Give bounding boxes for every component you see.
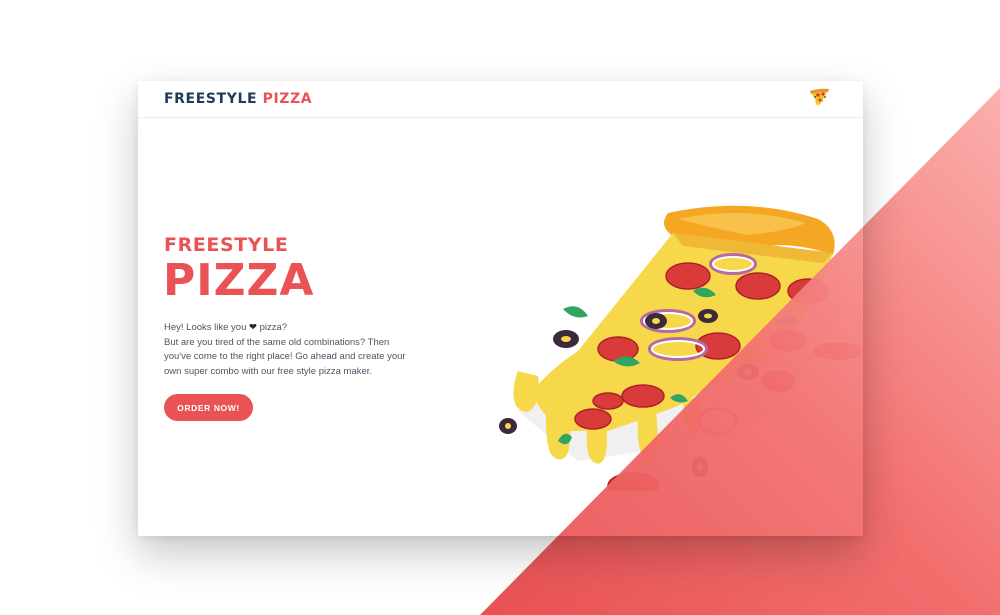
logo-word-freestyle: FREESTYLE	[164, 91, 258, 107]
hero-title-small: FREESTYLE	[164, 234, 289, 256]
hero-line-1-end: pizza?	[259, 322, 288, 333]
hero-line-1: Hey! Looks like you ❤ pizza?	[164, 321, 409, 336]
heart-icon: ❤	[249, 322, 257, 333]
navbar: FREESTYLE PIZZA	[138, 81, 863, 118]
hero-description: Hey! Looks like you ❤ pizza? But are you…	[164, 321, 409, 379]
pizza-slice-icon[interactable]	[806, 88, 832, 110]
order-now-button[interactable]: ORDER NOW!	[164, 394, 253, 421]
hero-title-big: PIZZA	[163, 255, 315, 306]
hero-line-2: But are you tired of the same old combin…	[164, 336, 406, 377]
pizza-illustration	[499, 205, 863, 491]
logo-word-pizza: PIZZA	[262, 91, 313, 107]
hero-line-1-start: Hey! Looks like you	[164, 322, 247, 333]
browser-window: FREESTYLE PIZZA FREESTYLE PIZZA Hey! Loo…	[138, 81, 863, 536]
site-logo[interactable]: FREESTYLE PIZZA	[164, 91, 312, 107]
